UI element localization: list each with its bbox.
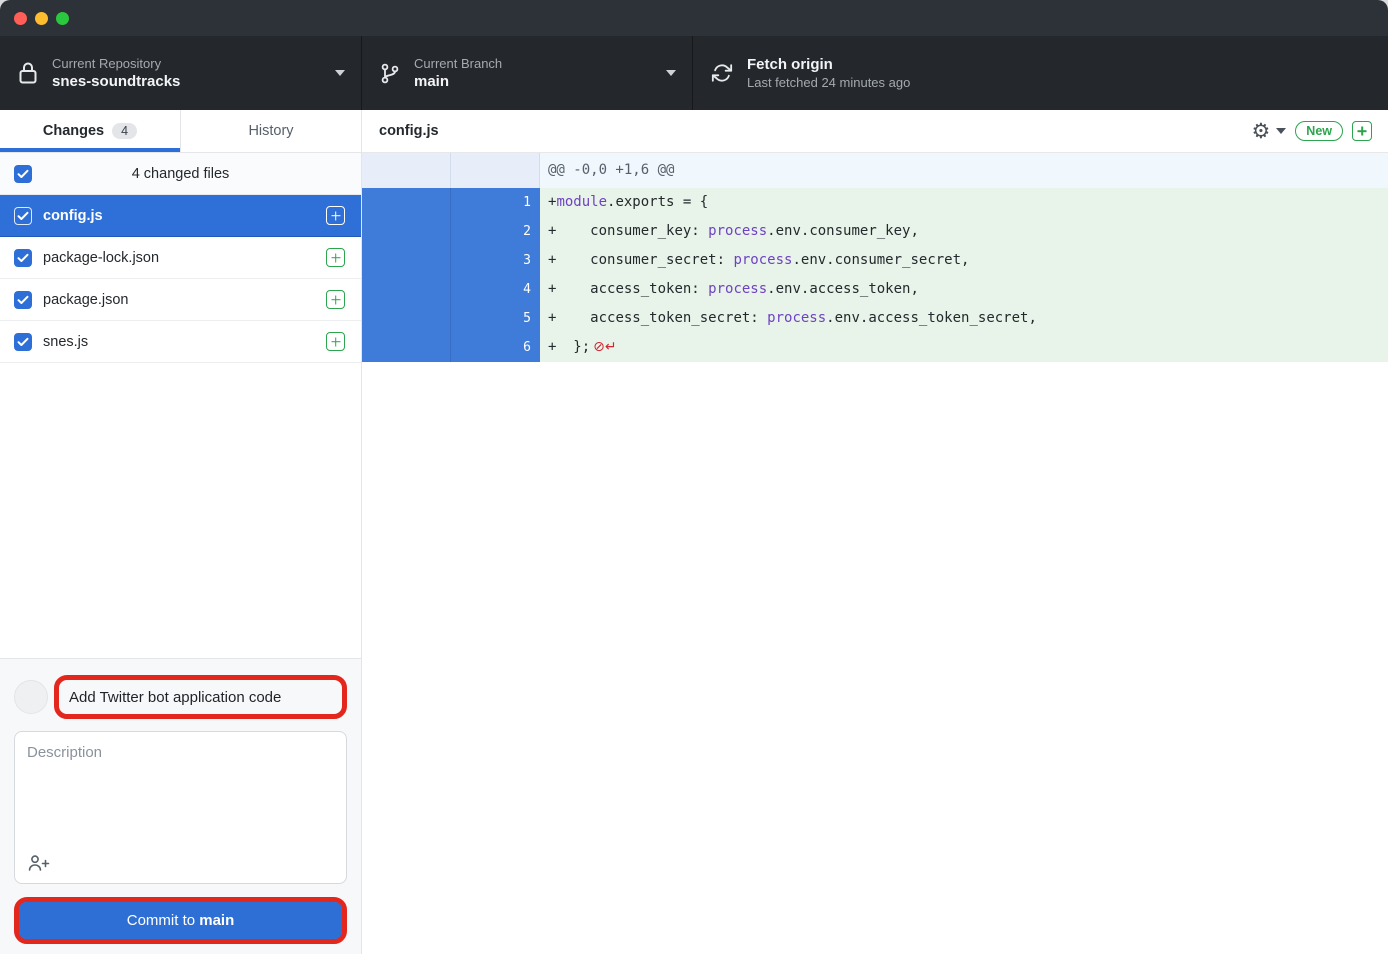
line-number[interactable]: 5 xyxy=(451,304,540,333)
file-added-status-icon xyxy=(326,206,345,225)
file-row-config-js[interactable]: config.js xyxy=(0,195,361,237)
diff-hunk-header: @@ -0,0 +1,6 @@ xyxy=(540,153,1388,188)
sync-icon xyxy=(711,62,733,84)
chevron-down-icon xyxy=(1276,128,1286,134)
repository-name: snes-soundtracks xyxy=(52,72,327,91)
tab-history[interactable]: History xyxy=(181,110,361,152)
line-number[interactable]: 1 xyxy=(451,188,540,217)
file-checkbox[interactable] xyxy=(14,249,32,267)
commit-section: Commit to main xyxy=(0,658,361,954)
sidebar: Changes 4 History 4 changed files config… xyxy=(0,110,362,954)
changed-files-label: 4 changed files xyxy=(0,166,361,182)
commit-button-branch: main xyxy=(199,912,234,929)
add-coauthor-button[interactable] xyxy=(27,854,51,873)
git-branch-icon xyxy=(380,60,400,86)
diff-file-title: config.js xyxy=(379,123,1251,139)
line-number[interactable]: 6 xyxy=(451,333,540,362)
line-gutter[interactable]: 3 xyxy=(362,246,540,275)
diff-hunk-row: @@ -0,0 +1,6 @@ xyxy=(362,153,1388,188)
commit-summary-input[interactable] xyxy=(59,689,342,706)
avatar xyxy=(14,680,48,714)
tab-history-label: History xyxy=(248,123,293,139)
tab-changes-label: Changes xyxy=(43,123,104,139)
zoom-button[interactable] xyxy=(56,12,69,25)
line-gutter[interactable]: 4 xyxy=(362,275,540,304)
code-line: + consumer_secret: process.env.consumer_… xyxy=(540,246,1388,275)
file-added-status-icon xyxy=(326,248,345,267)
repository-label: Current Repository xyxy=(52,55,327,72)
diff-options-button[interactable]: ⚙ xyxy=(1251,121,1286,142)
file-checkbox[interactable] xyxy=(14,291,32,309)
line-gutter[interactable]: 2 xyxy=(362,217,540,246)
titlebar xyxy=(0,0,1388,36)
branch-selector[interactable]: Current Branch main xyxy=(361,36,692,110)
app-window: Current Repository snes-soundtracks Curr… xyxy=(0,0,1388,954)
branch-label: Current Branch xyxy=(414,55,658,72)
file-checkbox[interactable] xyxy=(14,207,32,225)
diff-line-4: 4 + access_token: process.env.access_tok… xyxy=(362,275,1388,304)
code-line: + consumer_key: process.env.consumer_key… xyxy=(540,217,1388,246)
diff-line-3: 3 + consumer_secret: process.env.consume… xyxy=(362,246,1388,275)
toolbar: Current Repository snes-soundtracks Curr… xyxy=(0,36,1388,110)
file-name: snes.js xyxy=(43,334,326,350)
line-gutter[interactable]: 6 xyxy=(362,333,540,362)
branch-name: main xyxy=(414,72,658,91)
fetch-subtitle: Last fetched 24 minutes ago xyxy=(747,74,1009,92)
commit-button[interactable]: Commit to main xyxy=(19,902,342,939)
person-plus-icon xyxy=(27,854,51,873)
diff-panel: config.js ⚙ New @@ -0,0 +1,6 @@ 1 xyxy=(362,110,1388,954)
file-row-package-json[interactable]: package.json xyxy=(0,279,361,321)
close-button[interactable] xyxy=(14,12,27,25)
diff-line-6: 6 + };⊘↵ xyxy=(362,333,1388,362)
fetch-title: Fetch origin xyxy=(747,55,1009,74)
line-number[interactable]: 4 xyxy=(451,275,540,304)
diff-line-1: 1 +module.exports = { xyxy=(362,188,1388,217)
tab-changes[interactable]: Changes 4 xyxy=(0,110,181,152)
file-name: package-lock.json xyxy=(43,250,326,266)
lock-icon xyxy=(18,60,38,86)
select-all-row: 4 changed files xyxy=(0,153,361,195)
file-name: config.js xyxy=(43,208,326,224)
line-gutter[interactable]: 5 xyxy=(362,304,540,333)
code-line: +module.exports = { xyxy=(540,188,1388,217)
select-all-checkbox[interactable] xyxy=(14,165,32,183)
no-newline-eof-icon: ⊘↵ xyxy=(590,339,616,355)
commit-button-label: Commit to xyxy=(127,912,200,929)
file-row-snes-js[interactable]: snes.js xyxy=(0,321,361,363)
repository-selector[interactable]: Current Repository snes-soundtracks xyxy=(0,36,361,110)
file-added-status-icon xyxy=(326,290,345,309)
diff-line-5: 5 + access_token_secret: process.env.acc… xyxy=(362,304,1388,333)
line-number[interactable]: 2 xyxy=(451,217,540,246)
file-list-empty-area xyxy=(0,363,361,658)
description-box xyxy=(14,731,347,884)
toolbar-spacer xyxy=(1025,36,1388,110)
summary-annotation-highlight xyxy=(54,675,347,719)
diff-line-2: 2 + consumer_key: process.env.consumer_k… xyxy=(362,217,1388,246)
hunk-gutter xyxy=(362,153,540,188)
fetch-origin-button[interactable]: Fetch origin Last fetched 24 minutes ago xyxy=(692,36,1025,110)
sidebar-tabs: Changes 4 History xyxy=(0,110,361,153)
chevron-down-icon xyxy=(335,70,345,76)
commit-description-textarea[interactable] xyxy=(15,732,346,850)
gear-icon: ⚙ xyxy=(1251,121,1270,142)
added-file-status-icon xyxy=(1352,121,1372,141)
changes-count-badge: 4 xyxy=(112,123,137,139)
commit-button-annotation-highlight: Commit to main xyxy=(14,897,347,944)
diff-header: config.js ⚙ New xyxy=(362,110,1388,153)
code-line: + access_token: process.env.access_token… xyxy=(540,275,1388,304)
minimize-button[interactable] xyxy=(35,12,48,25)
file-row-package-lock-json[interactable]: package-lock.json xyxy=(0,237,361,279)
line-number[interactable]: 3 xyxy=(451,246,540,275)
code-line: + };⊘↵ xyxy=(540,333,1388,362)
new-file-badge: New xyxy=(1295,121,1343,141)
diff-body: @@ -0,0 +1,6 @@ 1 +module.exports = { 2 … xyxy=(362,153,1388,954)
line-gutter[interactable]: 1 xyxy=(362,188,540,217)
file-added-status-icon xyxy=(326,332,345,351)
chevron-down-icon xyxy=(666,70,676,76)
file-checkbox[interactable] xyxy=(14,333,32,351)
file-name: package.json xyxy=(43,292,326,308)
code-line: + access_token_secret: process.env.acces… xyxy=(540,304,1388,333)
